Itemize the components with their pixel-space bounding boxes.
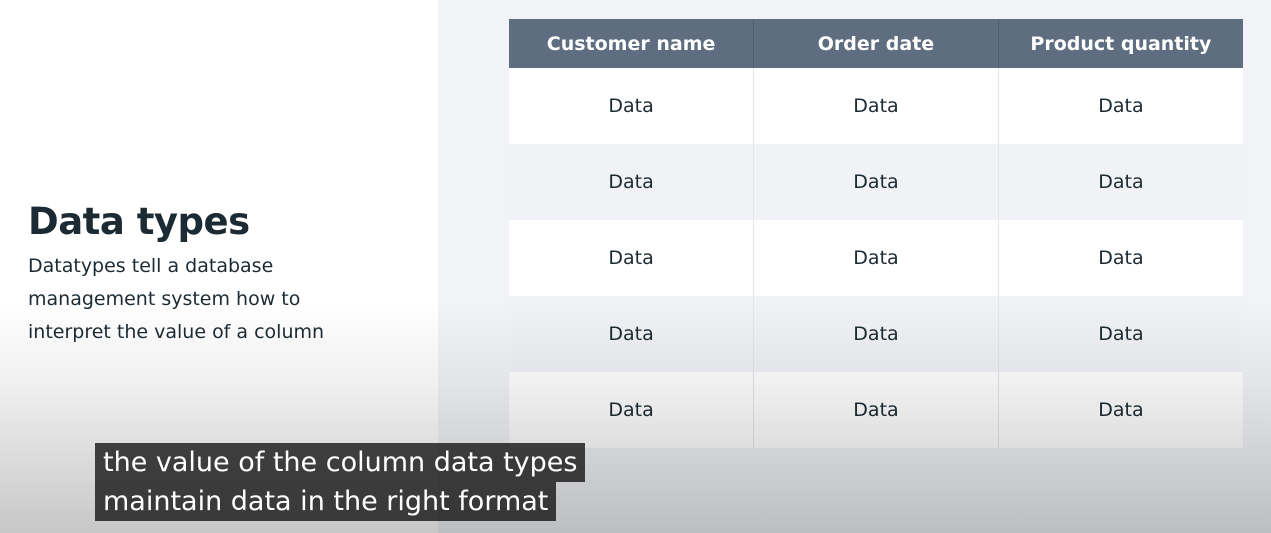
table-cell: Data bbox=[998, 372, 1243, 448]
table-header-row: Customer name Order date Product quantit… bbox=[509, 19, 1243, 68]
table-cell: Data bbox=[509, 220, 755, 296]
slide-title: Data types bbox=[28, 200, 250, 243]
table-cell: Data bbox=[509, 144, 755, 220]
table-header: Customer name Order date Product quantit… bbox=[509, 19, 1243, 68]
table-cell: Data bbox=[509, 296, 755, 372]
example-data-table: Customer name Order date Product quantit… bbox=[509, 19, 1243, 448]
table-cell: Data bbox=[753, 220, 999, 296]
table-row: Data Data Data bbox=[509, 296, 1243, 372]
table-cell: Data bbox=[753, 296, 999, 372]
closed-captions: the value of the column data types maint… bbox=[95, 443, 586, 521]
table-body: Data Data Data Data Data Data Data Data … bbox=[509, 68, 1243, 448]
table-row: Data Data Data bbox=[509, 144, 1243, 220]
table-row: Data Data Data bbox=[509, 68, 1243, 144]
caption-line-1: the value of the column data types bbox=[95, 443, 586, 482]
column-header-product-quantity: Product quantity bbox=[998, 19, 1243, 68]
table-cell: Data bbox=[998, 68, 1243, 144]
table-cell: Data bbox=[753, 144, 999, 220]
slide-description: Datatypes tell a database management sys… bbox=[28, 255, 325, 343]
table-cell: Data bbox=[753, 372, 999, 448]
table-cell: Data bbox=[998, 296, 1243, 372]
table-row: Data Data Data bbox=[509, 372, 1243, 448]
column-header-order-date: Order date bbox=[753, 19, 999, 68]
table-cell: Data bbox=[998, 220, 1243, 296]
table-cell: Data bbox=[509, 68, 755, 144]
table-cell: Data bbox=[753, 68, 999, 144]
video-frame: Data types Datatypes tell a database man… bbox=[0, 0, 1271, 533]
column-header-customer-name: Customer name bbox=[509, 19, 755, 68]
table-row: Data Data Data bbox=[509, 220, 1243, 296]
caption-line-2: maintain data in the right format bbox=[95, 482, 557, 521]
table-cell: Data bbox=[509, 372, 755, 448]
table-cell: Data bbox=[998, 144, 1243, 220]
